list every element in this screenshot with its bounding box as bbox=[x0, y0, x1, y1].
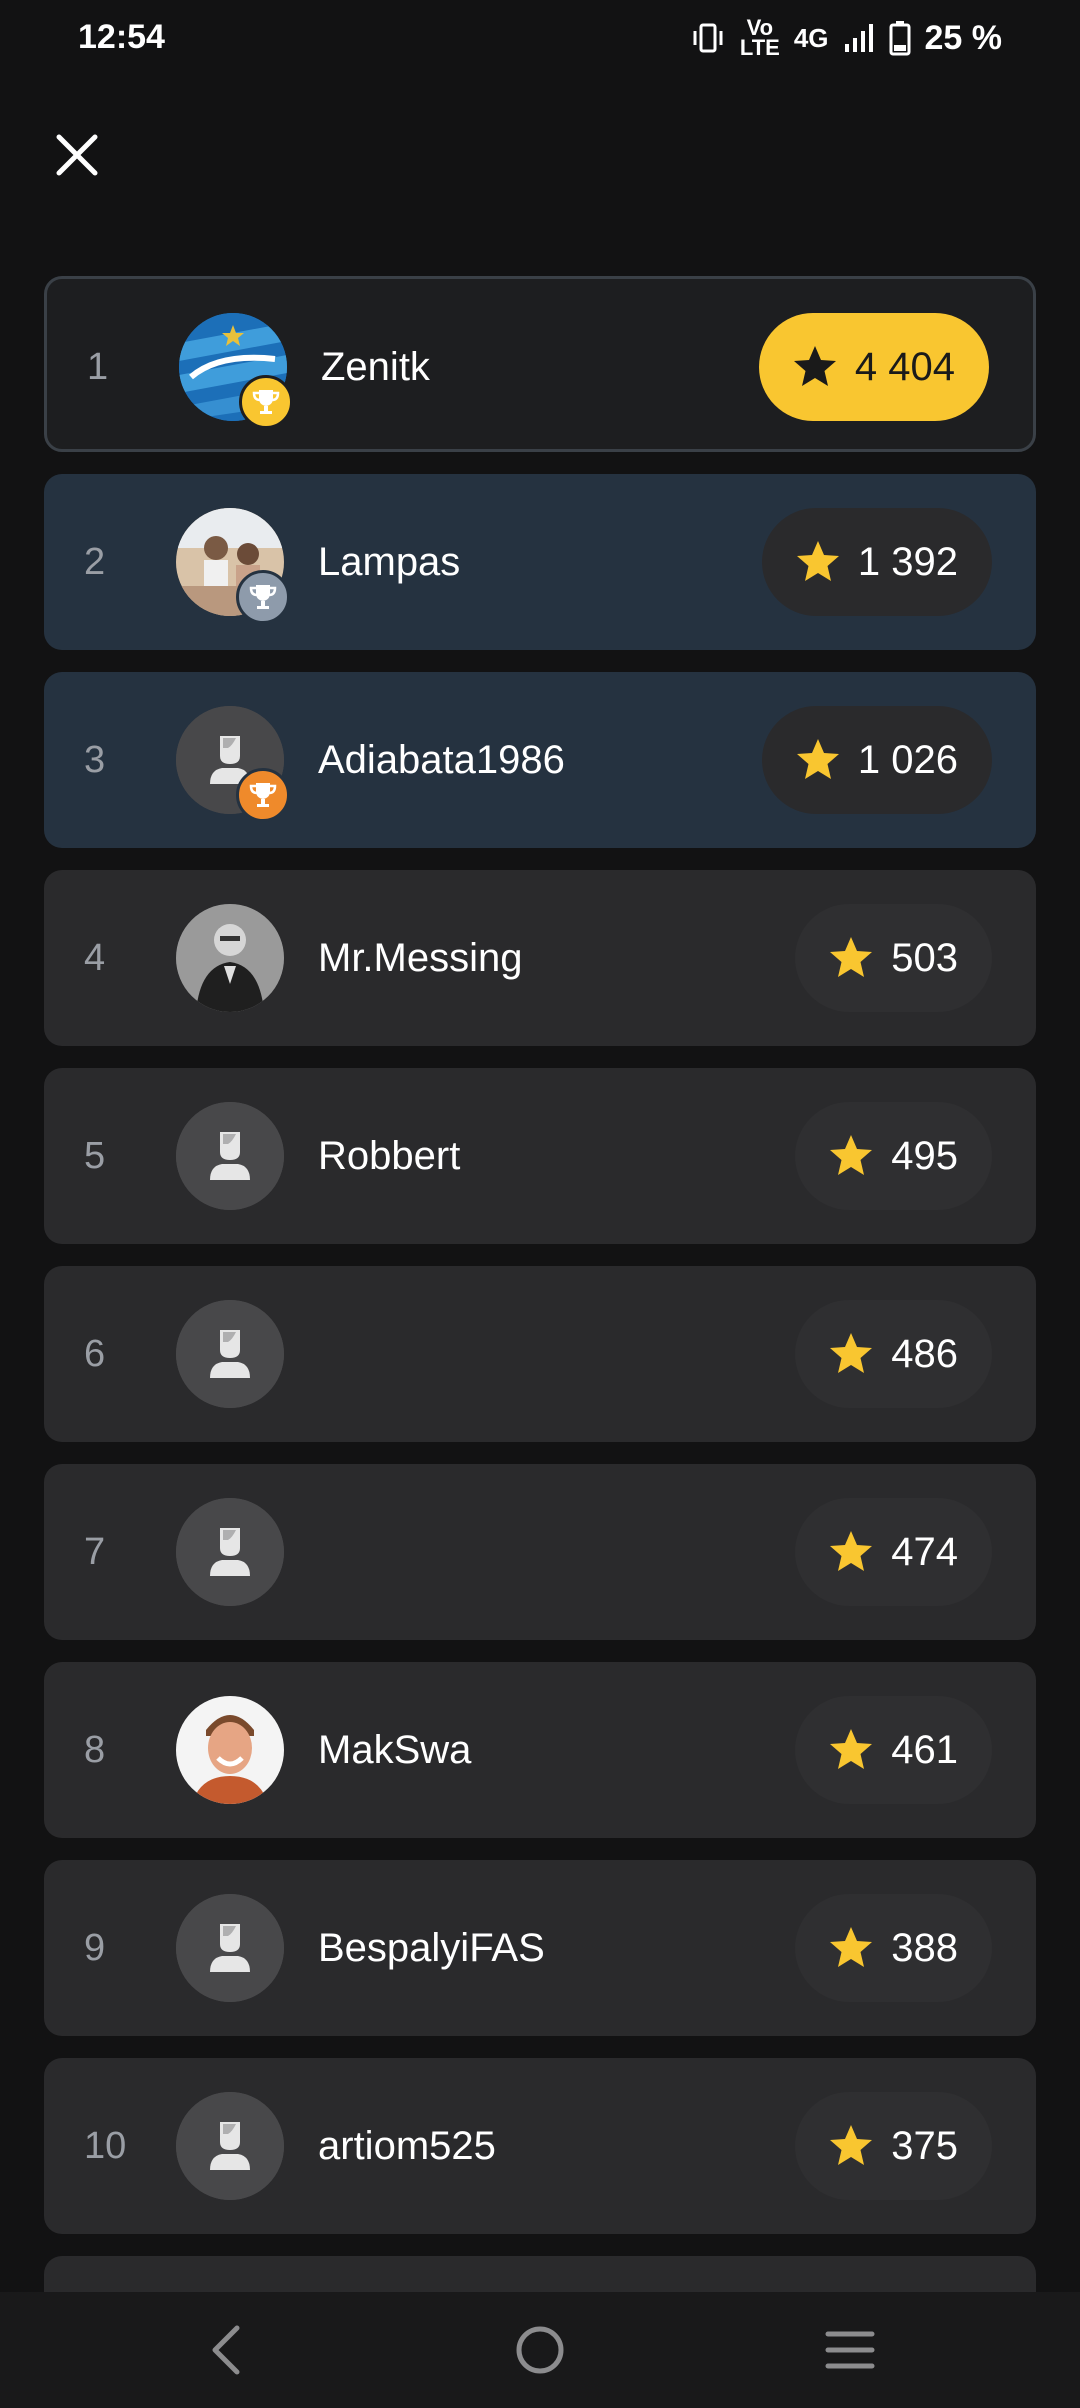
score-value: 461 bbox=[891, 1727, 958, 1772]
star-icon bbox=[830, 937, 873, 977]
star-icon bbox=[830, 2125, 873, 2165]
player-name: Robbert bbox=[318, 1134, 461, 1178]
battery-icon bbox=[889, 21, 910, 56]
trophy-silver-badge bbox=[236, 570, 290, 624]
status-time: 12:54 bbox=[78, 18, 165, 56]
player-name: BespalyiFAS bbox=[318, 1926, 545, 1970]
leaderboard-row[interactable]: 10 artiom525 375 bbox=[44, 2058, 1036, 2234]
trophy-icon bbox=[249, 585, 277, 609]
score-badge: 474 bbox=[795, 1498, 992, 1606]
score-value: 1 026 bbox=[857, 737, 958, 782]
star-icon bbox=[830, 1135, 873, 1175]
score-value: 503 bbox=[891, 935, 958, 980]
leaderboard-row[interactable]: 8 MakSwa 461 bbox=[44, 1662, 1036, 1838]
trophy-gold-badge bbox=[239, 375, 293, 429]
star-icon bbox=[796, 541, 839, 581]
leaderboard-row[interactable]: 5 Robbert 495 bbox=[44, 1068, 1036, 1244]
star-icon bbox=[796, 739, 839, 779]
network-type: 4G bbox=[793, 22, 829, 53]
avatar-photo-smiling-man bbox=[176, 1696, 284, 1804]
volte-icon: Vo LTE bbox=[739, 15, 780, 60]
score-badge: 495 bbox=[795, 1102, 992, 1210]
star-icon bbox=[830, 1729, 873, 1769]
vibrate-icon bbox=[693, 23, 723, 53]
trophy-icon bbox=[249, 783, 277, 807]
star-icon bbox=[830, 1531, 873, 1571]
star-icon bbox=[793, 346, 836, 386]
default-user-icon bbox=[176, 1102, 284, 1210]
score-value: 375 bbox=[891, 2123, 958, 2168]
player-name: Lampas bbox=[318, 540, 461, 584]
player-name: artiom525 bbox=[318, 2124, 496, 2168]
leaderboard-row[interactable]: 1 Zenitk 4 404 bbox=[44, 276, 1036, 452]
score-badge: 503 bbox=[795, 904, 992, 1012]
leaderboard-row[interactable]: 3 Adiabata1986 1 026 bbox=[44, 672, 1036, 848]
status-icons: Vo LTE 4G 25 % bbox=[690, 16, 1002, 60]
star-icon bbox=[830, 1927, 873, 1967]
home-icon bbox=[516, 2326, 564, 2374]
back-icon bbox=[212, 2325, 240, 2375]
score-badge: 388 bbox=[795, 1894, 992, 2002]
score-value: 1 392 bbox=[857, 539, 958, 584]
score-value: 486 bbox=[891, 1331, 958, 1376]
score-value: 495 bbox=[891, 1133, 958, 1178]
trophy-icon bbox=[252, 390, 280, 414]
star-icon bbox=[830, 1333, 873, 1373]
score-badge: 486 bbox=[795, 1300, 992, 1408]
signal-icon bbox=[844, 24, 873, 52]
player-name: Zenitk bbox=[321, 345, 430, 389]
score-badge: 1 392 bbox=[761, 508, 992, 616]
avatar-photo-man bbox=[176, 904, 284, 1012]
leaderboard-list: 1 Zenitk 4 404 2 Lampas 1 392 3 Adiabata… bbox=[44, 276, 1036, 2408]
close-icon bbox=[56, 134, 98, 176]
score-value: 4 404 bbox=[854, 344, 955, 389]
battery-percent: 25 % bbox=[924, 18, 1003, 57]
leaderboard-row[interactable]: 9 BespalyiFAS 388 bbox=[44, 1860, 1036, 2036]
close-button[interactable] bbox=[50, 128, 104, 182]
home-button[interactable] bbox=[505, 2320, 575, 2380]
default-user-icon bbox=[176, 1894, 284, 2002]
status-bar: 12:54 Vo LTE 4G 25 % bbox=[0, 0, 1080, 80]
leaderboard-row[interactable]: 4 Mr.Messing 503 bbox=[44, 870, 1036, 1046]
menu-button[interactable] bbox=[815, 2320, 885, 2380]
score-badge: 1 026 bbox=[761, 706, 992, 814]
trophy-bronze-badge bbox=[236, 768, 290, 822]
score-value: 388 bbox=[891, 1925, 958, 1970]
player-name: Adiabata1986 bbox=[318, 738, 565, 782]
player-name: Mr.Messing bbox=[318, 936, 523, 980]
leaderboard-row[interactable]: 6 486 bbox=[44, 1266, 1036, 1442]
score-badge: 461 bbox=[795, 1696, 992, 1804]
score-value: 474 bbox=[891, 1529, 958, 1574]
default-user-icon bbox=[176, 1498, 284, 1606]
default-user-icon bbox=[176, 1300, 284, 1408]
system-nav-bar bbox=[0, 2292, 1080, 2408]
back-button[interactable] bbox=[192, 2320, 262, 2380]
default-user-icon bbox=[176, 2092, 284, 2200]
score-badge: 375 bbox=[795, 2092, 992, 2200]
score-badge: 4 404 bbox=[758, 313, 989, 421]
leaderboard-row[interactable]: 2 Lampas 1 392 bbox=[44, 474, 1036, 650]
player-name: MakSwa bbox=[318, 1728, 472, 1772]
menu-icon bbox=[825, 2331, 875, 2369]
leaderboard-row[interactable]: 7 474 bbox=[44, 1464, 1036, 1640]
